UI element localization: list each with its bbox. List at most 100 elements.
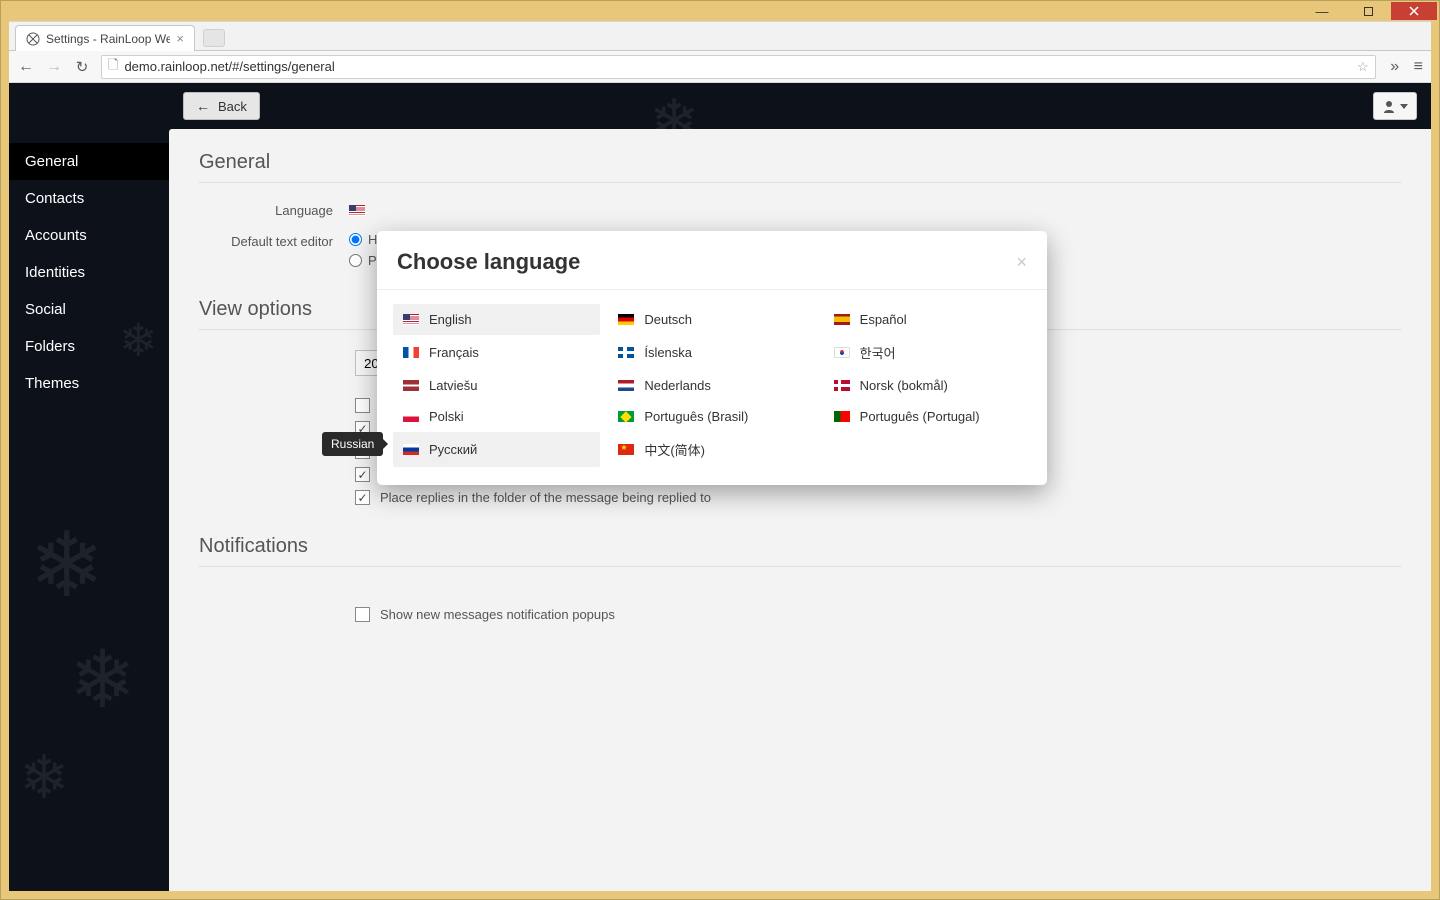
language-label: Русский [429, 442, 477, 457]
tab-close-icon[interactable]: × [176, 31, 184, 46]
language-option-br[interactable]: Português (Brasil) [608, 401, 815, 432]
modal-title: Choose language [397, 249, 580, 275]
language-label: Français [429, 345, 479, 360]
browser-tab[interactable]: Settings - RainLoop Webm × [15, 25, 195, 51]
menu-icon[interactable]: ≡ [1414, 58, 1423, 76]
flag-icon-us [403, 314, 419, 325]
window-titlebar: — [1, 1, 1439, 21]
window-close-button[interactable] [1391, 2, 1437, 20]
app-topbar: ← Back [9, 83, 1431, 129]
language-option-pt[interactable]: Português (Portugal) [824, 401, 1031, 432]
flag-icon-es [834, 314, 850, 325]
modal-header: Choose language × [377, 231, 1047, 290]
language-option-pl[interactable]: Polski [393, 401, 600, 432]
site-info-icon[interactable]: 🗋 [108, 56, 118, 78]
checkbox-label: Place replies in the folder of the messa… [380, 490, 711, 505]
flag-icon-de [618, 314, 634, 325]
flag-icon-no [834, 380, 850, 391]
row-language: Language [199, 203, 1401, 218]
flag-icon-ru [403, 444, 419, 455]
flag-icon-fr [403, 347, 419, 358]
window-maximize-button[interactable] [1345, 2, 1391, 20]
flag-icon-lv [403, 380, 419, 391]
checkbox-row[interactable]: Place replies in the folder of the messa… [355, 490, 1401, 505]
flag-icon-is [618, 347, 634, 358]
section-title-notifications: Notifications [199, 535, 1401, 567]
flag-icon-pt [834, 411, 850, 422]
language-label: Español [860, 312, 907, 327]
sidebar-item-accounts[interactable]: Accounts [9, 217, 169, 254]
language-label: Language [199, 203, 349, 218]
back-button[interactable]: ← Back [183, 92, 260, 120]
reload-icon[interactable]: ↻ [73, 58, 91, 76]
sidebar-item-identities[interactable]: Identities [9, 254, 169, 291]
language-label: 한국어 [860, 343, 896, 362]
window-minimize-button[interactable]: — [1299, 2, 1345, 20]
editor-label: Default text editor [199, 232, 349, 249]
language-label: Íslenska [644, 345, 692, 360]
chevron-right-icon[interactable]: » [1386, 58, 1404, 76]
language-option-fr[interactable]: Français [393, 335, 600, 370]
browser-toolbar: ← → ↻ 🗋 demo.rainloop.net/#/settings/gen… [9, 51, 1431, 83]
flag-icon-pl [403, 411, 419, 422]
bookmark-star-icon[interactable]: ☆ [1357, 59, 1369, 75]
url-text: demo.rainloop.net/#/settings/general [124, 59, 334, 74]
sidebar-item-contacts[interactable]: Contacts [9, 180, 169, 217]
flag-icon-us [349, 205, 365, 216]
sidebar-item-general[interactable]: General [9, 143, 169, 180]
language-label: Polski [429, 409, 464, 424]
app-viewport: ❄ ❄ ❄ ❄ ❄ ← Back GeneralContactsAccounts… [9, 83, 1431, 891]
checkbox-row[interactable]: Show new messages notification popups [355, 607, 1401, 622]
sidebar: GeneralContactsAccountsIdentitiesSocialF… [9, 83, 169, 891]
url-bar[interactable]: 🗋 demo.rainloop.net/#/settings/general ☆ [101, 55, 1376, 79]
language-option-nl[interactable]: Nederlands [608, 370, 815, 401]
favicon-icon [26, 32, 40, 46]
language-label: Português (Brasil) [644, 409, 748, 424]
browser: Settings - RainLoop Webm × ← → ↻ 🗋 demo.… [9, 21, 1431, 891]
new-tab-button[interactable] [203, 29, 225, 47]
language-label: English [429, 312, 472, 327]
checkbox[interactable] [355, 490, 370, 505]
back-label: Back [218, 99, 247, 114]
checkbox[interactable] [355, 467, 370, 482]
modal-close-button[interactable]: × [1016, 252, 1027, 273]
language-option-ru[interactable]: Русский [393, 432, 600, 467]
sidebar-item-folders[interactable]: Folders [9, 328, 169, 365]
checkbox-label: Show new messages notification popups [380, 607, 615, 622]
language-option-us[interactable]: English [393, 304, 600, 335]
language-label: Deutsch [644, 312, 692, 327]
flag-icon-kr [834, 347, 850, 358]
radio-html[interactable] [349, 233, 362, 246]
language-label: 中文(简体) [644, 440, 705, 459]
section-title-general: General [199, 151, 1401, 183]
window-frame: — Settings - RainLoop Webm × ← → ↻ 🗋 dem… [0, 0, 1440, 900]
sidebar-item-social[interactable]: Social [9, 291, 169, 328]
language-option-cn[interactable]: 中文(简体) [608, 432, 815, 467]
language-label: Norsk (bokmål) [860, 378, 948, 393]
user-menu-button[interactable] [1373, 92, 1417, 120]
checkbox[interactable] [355, 398, 370, 413]
nav-forward-icon[interactable]: → [45, 58, 63, 76]
flag-icon-nl [618, 380, 634, 391]
language-option-lv[interactable]: Latviešu [393, 370, 600, 401]
language-option-is[interactable]: Íslenska [608, 335, 815, 370]
tab-title: Settings - RainLoop Webm [46, 32, 170, 46]
flag-icon-cn [618, 444, 634, 455]
language-option-kr[interactable]: 한국어 [824, 335, 1031, 370]
language-option-es[interactable]: Español [824, 304, 1031, 335]
language-label: Latviešu [429, 378, 477, 393]
language-label: Nederlands [644, 378, 711, 393]
language-option-de[interactable]: Deutsch [608, 304, 815, 335]
user-icon [1382, 99, 1396, 113]
arrow-left-icon: ← [196, 98, 210, 114]
caret-down-icon [1400, 104, 1408, 109]
flag-icon-br [618, 411, 634, 422]
language-label: Português (Portugal) [860, 409, 980, 424]
modal-body: English Deutsch Español Français Íslenska 한국어… [377, 290, 1047, 485]
tooltip: Russian [322, 432, 383, 456]
radio-plain[interactable] [349, 254, 362, 267]
language-option-no[interactable]: Norsk (bokmål) [824, 370, 1031, 401]
nav-back-icon[interactable]: ← [17, 58, 35, 76]
sidebar-item-themes[interactable]: Themes [9, 365, 169, 402]
checkbox[interactable] [355, 607, 370, 622]
